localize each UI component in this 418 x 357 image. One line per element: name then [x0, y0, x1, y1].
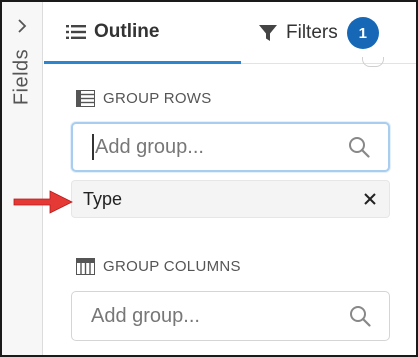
chevron-right-icon[interactable]: [14, 18, 30, 34]
group-columns-title: GROUP COLUMNS: [103, 258, 241, 275]
annotation-arrow-icon: [13, 190, 73, 214]
group-columns-search[interactable]: [71, 291, 390, 341]
tab-filters[interactable]: Filters 1: [258, 2, 416, 64]
outline-panel: Fields Outline Filters 1 GROUP ROWS Add …: [0, 0, 418, 357]
scroll-indicator: [362, 57, 384, 67]
group-rows-title: GROUP ROWS: [103, 90, 212, 107]
tab-outline-label: Outline: [94, 20, 160, 42]
text-caret: [92, 134, 94, 160]
fields-rail-label[interactable]: Fields: [11, 49, 34, 105]
group-row-chip[interactable]: Type: [71, 180, 390, 218]
table-rows-icon: [76, 90, 95, 107]
group-rows-header: GROUP ROWS: [76, 90, 212, 107]
fields-rail[interactable]: Fields: [2, 2, 43, 355]
tab-outline[interactable]: Outline: [44, 2, 241, 64]
close-icon[interactable]: [363, 192, 377, 206]
group-rows-search-input[interactable]: [95, 135, 345, 159]
table-columns-icon: [76, 258, 95, 275]
search-icon: [350, 306, 371, 327]
tab-filters-label: Filters: [286, 22, 338, 43]
list-icon: [66, 24, 86, 39]
group-columns-header: GROUP COLUMNS: [76, 258, 241, 275]
filter-funnel-icon: [259, 25, 277, 41]
group-row-chip-label: Type: [83, 188, 123, 209]
group-columns-search-input[interactable]: [91, 304, 341, 328]
group-rows-search[interactable]: [71, 122, 390, 172]
tab-bar: Outline Filters 1: [44, 2, 416, 64]
search-icon: [349, 137, 370, 158]
filters-count-badge: 1: [346, 17, 379, 49]
